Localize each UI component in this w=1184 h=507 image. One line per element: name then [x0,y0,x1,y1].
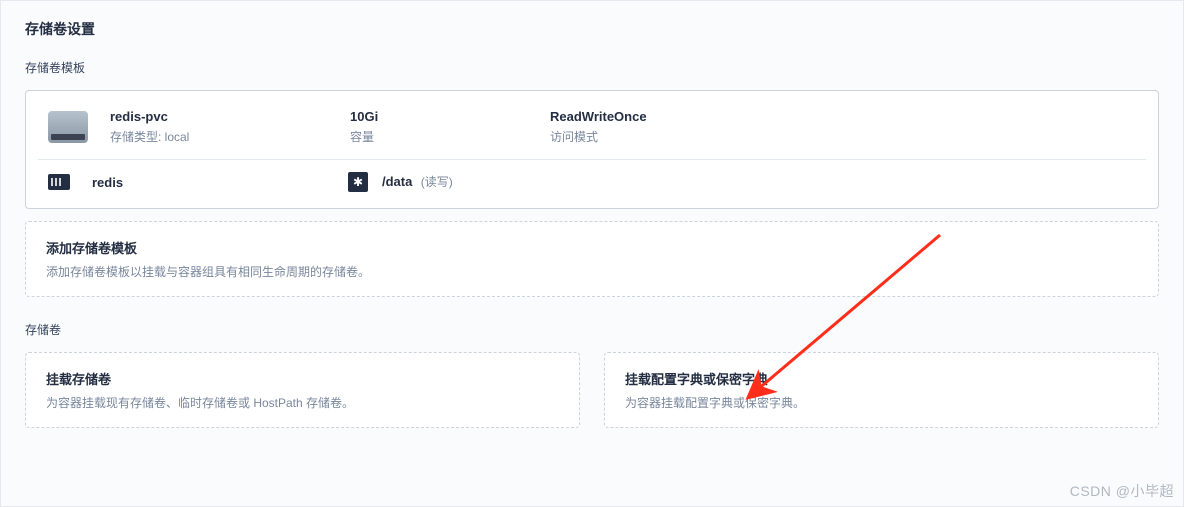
add-template-title: 添加存储卷模板 [46,238,1138,257]
watermark: CSDN @小毕超 [1070,481,1174,501]
pvc-capacity: 10Gi [350,109,550,124]
storage-settings-panel: 存储卷设置 存储卷模板 redis-pvc 存储类型: local 10Gi 容… [0,0,1184,507]
mount-mode: (读写) [421,175,453,189]
mount-cfg-desc: 为容器挂载配置字典或保密字典。 [625,394,1138,411]
mount-volume-button[interactable]: 挂载存储卷 为容器挂载现有存储卷、临时存储卷或 HostPath 存储卷。 [25,352,580,428]
mount-container-name: redis [92,175,348,190]
pvc-capacity-label: 容量 [350,128,550,145]
pvc-storage-class: 存储类型: local [110,128,350,145]
section-volumes-label: 存储卷 [25,321,1159,338]
add-template-desc: 添加存储卷模板以挂载与容器组具有相同生命周期的存储卷。 [46,263,1138,280]
mount-cfg-title: 挂载配置字典或保密字典 [625,369,1138,388]
mount-path: /data [382,174,412,189]
mount-volume-title: 挂载存储卷 [46,369,559,388]
page-title: 存储卷设置 [25,19,1159,39]
pvc-access-mode-label: 访问模式 [550,128,1136,145]
pvc-name: redis-pvc [110,109,350,124]
storage-disk-icon [48,111,88,143]
pvc-card[interactable]: redis-pvc 存储类型: local 10Gi 容量 ReadWriteO… [25,90,1159,209]
pvc-access-mode: ReadWriteOnce [550,109,1136,124]
mount-volume-desc: 为容器挂载现有存储卷、临时存储卷或 HostPath 存储卷。 [46,394,559,411]
docker-icon [48,174,70,190]
mount-configmap-secret-button[interactable]: 挂载配置字典或保密字典 为容器挂载配置字典或保密字典。 [604,352,1159,428]
config-icon: ✱ [348,172,368,192]
add-storage-template-button[interactable]: 添加存储卷模板 添加存储卷模板以挂载与容器组具有相同生命周期的存储卷。 [25,221,1159,297]
section-storage-templates-label: 存储卷模板 [25,59,1159,76]
mount-row: redis ✱ /data (读写) [38,159,1146,196]
pvc-header: redis-pvc 存储类型: local 10Gi 容量 ReadWriteO… [38,103,1146,159]
